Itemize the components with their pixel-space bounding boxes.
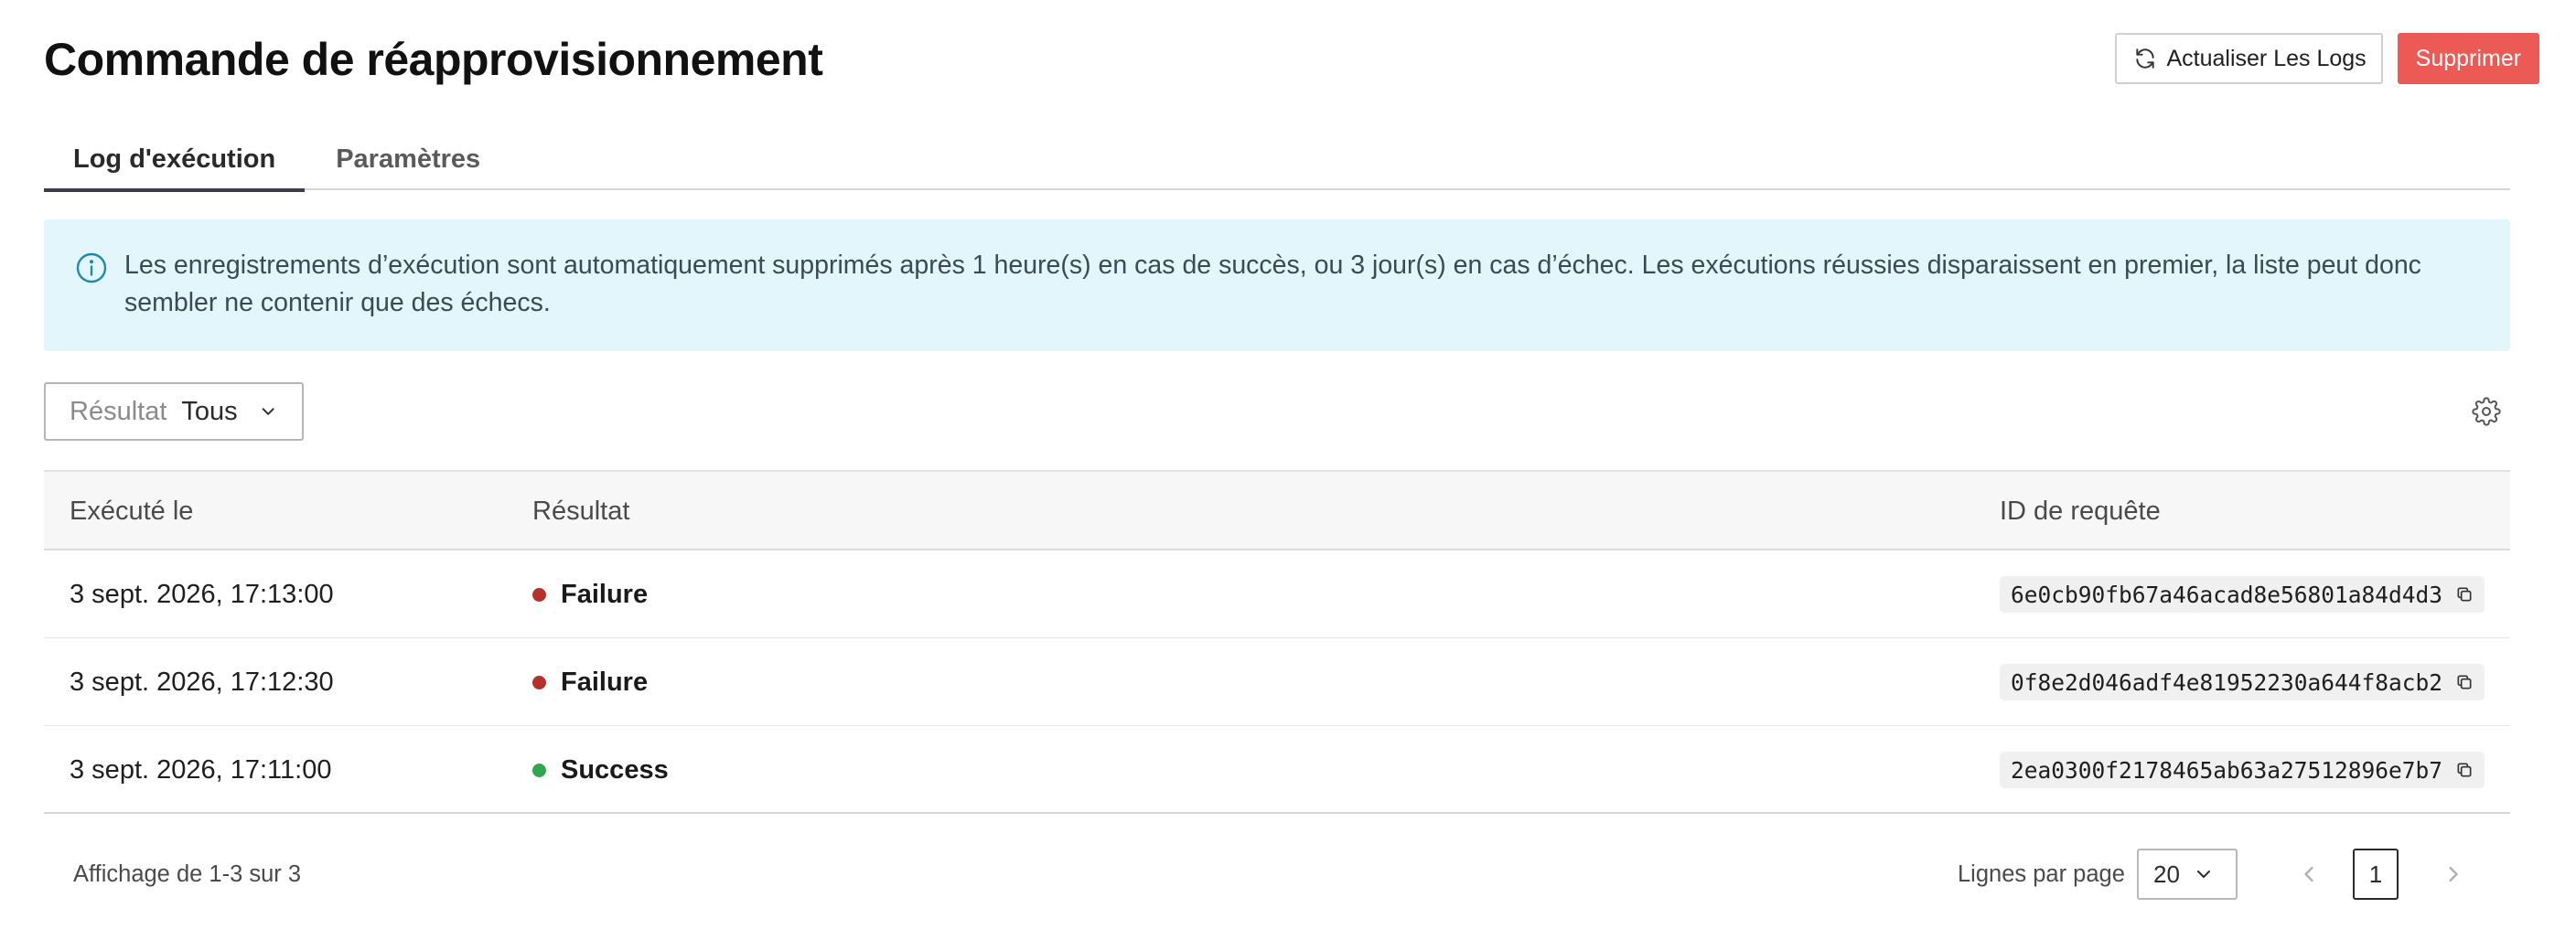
column-header-result: Résultat [532, 496, 630, 526]
request-id-text: 2ea0300f2178465ab63a27512896e7b7 [2011, 756, 2443, 784]
status-dot [532, 675, 546, 689]
tab-bar: Log d'exécution Paramètres [44, 128, 2510, 192]
column-header-request-id: ID de requête [2000, 496, 2161, 526]
request-id-cell: 6e0cb90fb67a46acad8e56801a84d4d3 [2000, 550, 2485, 638]
request-id-pill: 2ea0300f2178465ab63a27512896e7b7 [2000, 752, 2485, 788]
page-number-button[interactable]: 1 [2353, 849, 2399, 900]
tab-settings[interactable]: Paramètres [305, 128, 510, 190]
result-text: Success [561, 754, 669, 785]
table-settings-button[interactable] [2472, 397, 2501, 431]
result-text: Failure [561, 667, 649, 697]
table-row: 3 sept. 2026, 17:12:30 Failure 0f8e2d046… [44, 638, 2510, 726]
pagination-summary: Affichage de 1-3 sur 3 [73, 860, 302, 887]
table-footer: Affichage de 1-3 sur 3 Lignes par page 2… [44, 845, 2510, 903]
copy-icon[interactable] [2455, 673, 2474, 691]
delete-button[interactable]: Supprimer [2397, 33, 2539, 84]
column-header-executed-at: Exécuté le [70, 496, 194, 526]
result-cell: Failure [532, 550, 648, 638]
result-filter-label: Résultat [70, 396, 167, 426]
tab-settings-label: Paramètres [336, 144, 481, 174]
chevron-right-icon [2449, 866, 2458, 882]
execution-log-table: Exécuté le Résultat ID de requête 3 sept… [44, 470, 2510, 814]
info-icon [76, 252, 107, 283]
table-header: Exécuté le Résultat ID de requête [44, 470, 2510, 550]
refresh-logs-label: Actualiser Les Logs [2166, 45, 2367, 71]
executed-at-cell: 3 sept. 2026, 17:12:30 [70, 667, 334, 697]
tab-execution-log[interactable]: Log d'exécution [44, 128, 306, 192]
request-id-cell: 0f8e2d046adf4e81952230a644f8acb2 [2000, 638, 2485, 726]
executed-at-cell: 3 sept. 2026, 17:13:00 [70, 579, 334, 609]
header-actions: Actualiser Les Logs Supprimer [2115, 33, 2539, 84]
gear-icon [2472, 397, 2501, 426]
request-id-pill: 6e0cb90fb67a46acad8e56801a84d4d3 [2000, 576, 2485, 613]
status-dot [532, 587, 546, 602]
result-filter-value: Tous [181, 396, 238, 426]
info-banner-text: Les enregistrements d’exécution sont aut… [124, 251, 2421, 317]
request-id-text: 6e0cb90fb67a46acad8e56801a84d4d3 [2011, 581, 2443, 608]
previous-page-button[interactable] [2296, 861, 2322, 892]
result-text: Failure [561, 579, 649, 609]
rows-per-page-label: Lignes par page [1958, 860, 2125, 887]
page-title: Commande de réapprovisionnement [44, 34, 823, 85]
result-filter-dropdown[interactable]: Résultat Tous [44, 382, 304, 441]
table-row: 3 sept. 2026, 17:11:00 Success 2ea0300f2… [44, 726, 2510, 814]
chevron-down-icon [262, 408, 274, 415]
delete-label: Supprimer [2415, 45, 2521, 71]
result-cell: Success [532, 726, 669, 814]
rows-per-page-value: 20 [2153, 860, 2180, 888]
refresh-icon [2136, 48, 2155, 69]
request-id-pill: 0f8e2d046adf4e81952230a644f8acb2 [2000, 664, 2485, 700]
chevron-left-icon [2304, 866, 2313, 882]
executed-at-cell: 3 sept. 2026, 17:11:00 [70, 754, 332, 785]
request-id-text: 0f8e2d046adf4e81952230a644f8acb2 [2011, 668, 2443, 696]
tab-execution-log-label: Log d'exécution [73, 144, 276, 174]
request-id-cell: 2ea0300f2178465ab63a27512896e7b7 [2000, 726, 2485, 814]
copy-icon[interactable] [2455, 761, 2474, 779]
status-dot [532, 763, 546, 777]
chevron-down-icon [2196, 871, 2210, 878]
next-page-button[interactable] [2441, 861, 2466, 892]
page: Commande de réapprovisionnement Actualis… [44, 0, 2539, 951]
info-banner: Les enregistrements d’exécution sont aut… [44, 219, 2510, 351]
table-row: 3 sept. 2026, 17:13:00 Failure 6e0cb90fb… [44, 550, 2510, 638]
result-cell: Failure [532, 638, 648, 726]
refresh-logs-button[interactable]: Actualiser Les Logs [2115, 33, 2383, 84]
copy-icon[interactable] [2455, 585, 2474, 604]
rows-per-page-select[interactable]: 20 [2137, 849, 2238, 900]
